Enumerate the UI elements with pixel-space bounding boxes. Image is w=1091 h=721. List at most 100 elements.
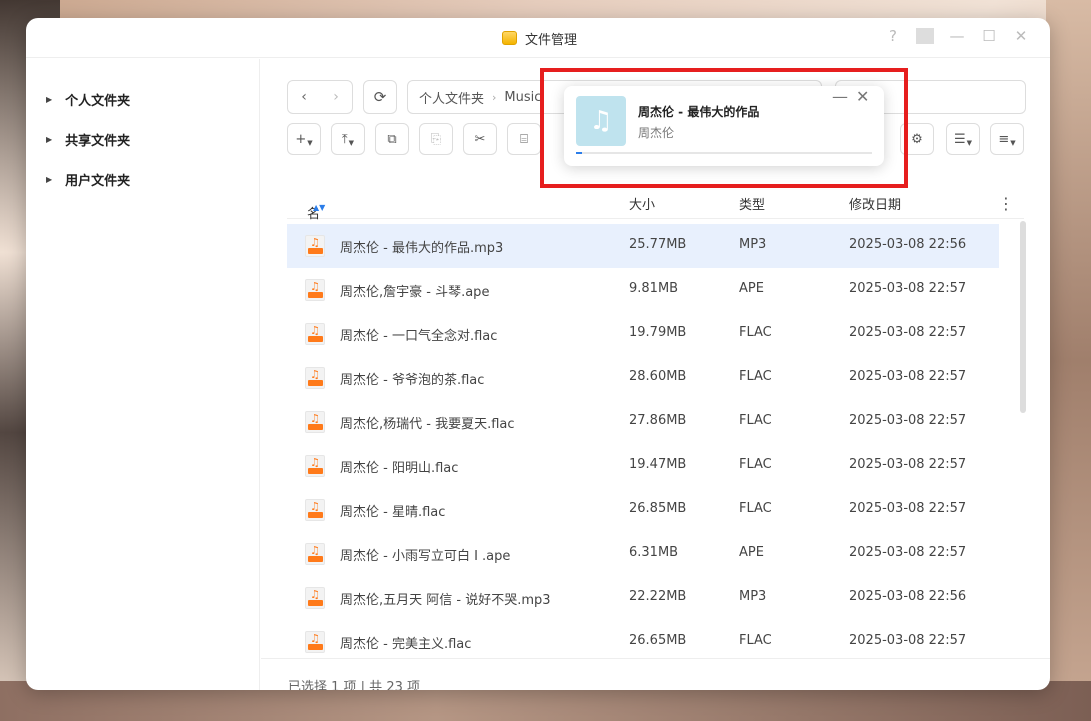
dropdown-caret-icon: ▼	[966, 139, 973, 147]
column-type-header[interactable]: 类型	[739, 194, 765, 213]
file-type: FLAC	[739, 325, 772, 340]
paste-button[interactable]: ⎘	[419, 123, 453, 155]
audio-file-icon: ♫	[305, 235, 325, 257]
table-row[interactable]: ♫ 周杰伦 - 星晴.flac 26.85MB FLAC 2025-03-08 …	[287, 488, 999, 532]
status-bar: 已选择 1 项 | 共 23 项	[261, 658, 1050, 690]
audio-file-icon: ♫	[305, 279, 325, 301]
maximize-button[interactable]: ☐	[980, 27, 998, 45]
file-date: 2025-03-08 22:57	[849, 457, 967, 472]
folder-app-icon	[502, 31, 517, 45]
sort-button[interactable]: ≡ ▼	[990, 123, 1024, 155]
file-date: 2025-03-08 22:56	[849, 589, 967, 604]
file-size: 22.22MB	[629, 589, 687, 604]
table-row[interactable]: ♫ 周杰伦 - 一口气全念对.flac 19.79MB FLAC 2025-03…	[287, 312, 999, 356]
paste-icon: ⎘	[430, 131, 442, 147]
file-type: FLAC	[739, 413, 772, 428]
plus-icon: +	[295, 131, 307, 147]
scissors-icon: ✂	[474, 131, 486, 147]
file-type: FLAC	[739, 457, 772, 472]
audio-file-icon: ♫	[305, 323, 325, 345]
audio-file-icon: ♫	[305, 411, 325, 433]
file-size: 19.79MB	[629, 325, 687, 340]
window-title-text: 文件管理	[525, 32, 578, 48]
sidebar: ▶ 个人文件夹 ▶ 共享文件夹 ▶ 用户文件夹	[26, 59, 260, 690]
sidebar-item-shared[interactable]: ▶ 共享文件夹	[26, 119, 259, 159]
window-title: 文件管理	[502, 29, 578, 48]
file-date: 2025-03-08 22:57	[849, 545, 967, 560]
file-type: FLAC	[739, 369, 772, 384]
column-size-header[interactable]: 大小	[629, 194, 655, 213]
table-row[interactable]: ♫ 周杰伦 - 最伟大的作品.mp3 25.77MB MP3 2025-03-0…	[287, 224, 999, 268]
upload-button[interactable]: ⤒ ▼	[331, 123, 365, 155]
forward-button[interactable]: ›	[320, 81, 352, 113]
file-size: 25.77MB	[629, 237, 687, 252]
list-view-icon: ☰	[953, 131, 966, 147]
file-date: 2025-03-08 22:57	[849, 413, 967, 428]
breadcrumb-item-personal[interactable]: 个人文件夹	[419, 88, 484, 107]
file-date: 2025-03-08 22:57	[849, 369, 967, 384]
file-size: 19.47MB	[629, 457, 687, 472]
caret-right-icon: ▶	[46, 174, 53, 184]
file-list: ♫ 周杰伦 - 最伟大的作品.mp3 25.77MB MP3 2025-03-0…	[287, 224, 999, 664]
sidebar-item-personal[interactable]: ▶ 个人文件夹	[26, 79, 259, 119]
file-name: 周杰伦,詹宇豪 - 斗琴.ape	[340, 285, 490, 300]
copy-icon: ⧉	[387, 131, 397, 147]
copy-button[interactable]: ⧉	[375, 123, 409, 155]
sidebar-item-label: 用户文件夹	[65, 173, 131, 189]
sidebar-item-label: 共享文件夹	[65, 133, 131, 149]
rename-icon: ⌸	[520, 131, 528, 147]
rename-button[interactable]: ⌸	[507, 123, 541, 155]
file-name: 周杰伦 - 一口气全念对.flac	[340, 329, 498, 344]
new-button[interactable]: + ▼	[287, 123, 321, 155]
view-mode-button[interactable]: ☰ ▼	[946, 123, 980, 155]
file-date: 2025-03-08 22:57	[849, 501, 967, 516]
table-header: 名称▲▼ 大小 类型 修改日期 ⋮	[287, 185, 1024, 241]
help-icon[interactable]: ?	[884, 27, 902, 45]
back-button[interactable]: ‹	[288, 81, 320, 113]
sidebar-item-users[interactable]: ▶ 用户文件夹	[26, 159, 259, 199]
file-name: 周杰伦 - 最伟大的作品.mp3	[340, 241, 504, 256]
close-button[interactable]: ✕	[1012, 27, 1030, 45]
file-type: MP3	[739, 589, 767, 604]
chevron-right-icon: ›	[492, 90, 497, 104]
file-type: APE	[739, 545, 764, 560]
history-buttons: ‹ ›	[287, 80, 353, 114]
file-size: 26.85MB	[629, 501, 687, 516]
file-name: 周杰伦 - 星晴.flac	[340, 505, 446, 520]
table-row[interactable]: ♫ 周杰伦 - 爷爷泡的茶.flac 28.60MB FLAC 2025-03-…	[287, 356, 999, 400]
dropdown-caret-icon: ▼	[307, 139, 313, 147]
wallpaper-right	[1046, 0, 1091, 721]
caret-right-icon: ▶	[46, 134, 53, 144]
table-row[interactable]: ♫ 周杰伦 - 阳明山.flac 19.47MB FLAC 2025-03-08…	[287, 444, 999, 488]
audio-file-icon: ♫	[305, 455, 325, 477]
file-size: 9.81MB	[629, 281, 679, 296]
file-date: 2025-03-08 22:57	[849, 325, 967, 340]
breadcrumb-item-music[interactable]: Music	[504, 90, 541, 105]
titlebar: 文件管理 ? — ☐ ✕	[26, 18, 1050, 58]
file-size: 27.86MB	[629, 413, 687, 428]
cut-button[interactable]: ✂	[463, 123, 497, 155]
dropdown-caret-icon: ▼	[348, 139, 355, 147]
file-name: 周杰伦,杨瑞代 - 我要夏天.flac	[340, 417, 515, 432]
audio-file-icon: ♫	[305, 367, 325, 389]
table-row[interactable]: ♫ 周杰伦,詹宇豪 - 斗琴.ape 9.81MB APE 2025-03-08…	[287, 268, 999, 312]
column-date-header[interactable]: 修改日期	[849, 194, 901, 213]
sort-icon: ≡	[998, 131, 1010, 147]
table-row[interactable]: ♫ 周杰伦,五月天 阿信 - 说好不哭.mp3 22.22MB MP3 2025…	[287, 576, 999, 620]
more-options-icon[interactable]: ⋮	[998, 194, 1014, 213]
vertical-scrollbar[interactable]	[1020, 221, 1026, 413]
file-type: APE	[739, 281, 764, 296]
minimize-button[interactable]: —	[948, 27, 966, 45]
table-row[interactable]: ♫ 周杰伦 - 小雨写立可白 I .ape 6.31MB APE 2025-03…	[287, 532, 999, 576]
file-size: 26.65MB	[629, 633, 687, 648]
file-date: 2025-03-08 22:57	[849, 281, 967, 296]
file-date: 2025-03-08 22:56	[849, 237, 967, 252]
file-name: 周杰伦 - 完美主义.flac	[340, 637, 472, 652]
refresh-button[interactable]: ⟳	[363, 80, 397, 114]
file-name: 周杰伦 - 阳明山.flac	[340, 461, 459, 476]
file-name: 周杰伦,五月天 阿信 - 说好不哭.mp3	[340, 593, 551, 608]
gear-icon: ⚙	[911, 131, 923, 147]
audio-file-icon: ♫	[305, 543, 325, 565]
file-name: 周杰伦 - 爷爷泡的茶.flac	[340, 373, 485, 388]
table-row[interactable]: ♫ 周杰伦,杨瑞代 - 我要夏天.flac 27.86MB FLAC 2025-…	[287, 400, 999, 444]
